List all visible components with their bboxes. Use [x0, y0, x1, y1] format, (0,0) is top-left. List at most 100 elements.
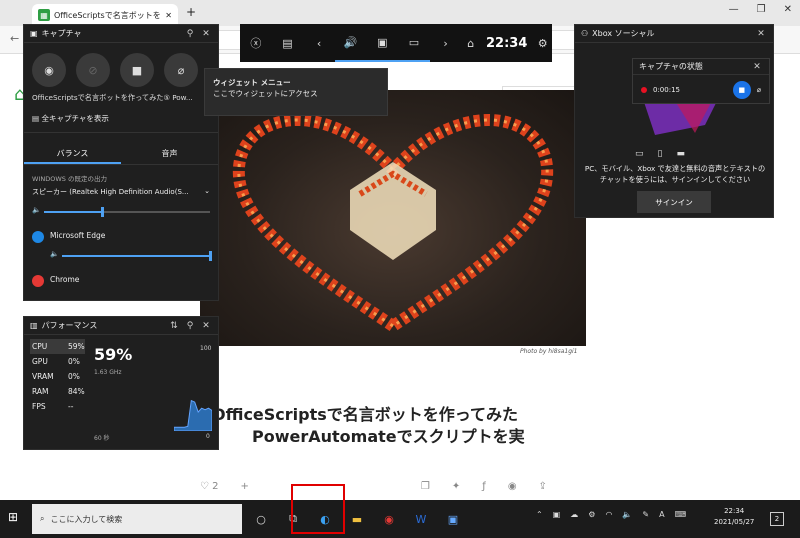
taskbar-search-box[interactable]: ⌕ ここに入力して検索 — [32, 504, 242, 534]
metric-value: 0% — [68, 372, 80, 381]
social-title: Xbox ソーシャル — [592, 29, 655, 38]
xbox-logo-icon[interactable]: ⓧ — [240, 24, 272, 62]
metric-row-fps[interactable]: FPS -- — [30, 399, 85, 414]
capture-header: ▣ キャプチャ ⚲ ✕ — [24, 25, 218, 43]
add-icon[interactable]: + — [241, 481, 249, 492]
camera-icon: ▣ — [30, 29, 38, 38]
taskbar-clock[interactable]: 22:34 2021/05/27 — [714, 506, 754, 528]
tab-voice[interactable]: 音声 — [121, 143, 218, 164]
capture-widget-icon[interactable]: ▣ — [366, 24, 399, 62]
capture-status-title: キャプチャの状態 — [639, 62, 703, 71]
notification-center-button[interactable]: 2 — [770, 512, 784, 526]
stop-recording-button[interactable]: ■ — [120, 53, 154, 87]
browser-tab[interactable]: ▦ OfficeScriptsで名言ボットを作ってみた ✕ — [32, 4, 178, 26]
metric-row-gpu[interactable]: GPU 0% — [30, 354, 85, 369]
output-device-select[interactable]: スピーカー (Realtek High Definition Audio(S..… — [24, 185, 218, 199]
pen-icon[interactable]: ✎ — [642, 510, 649, 519]
volume-icon[interactable]: 🔈 — [622, 510, 632, 519]
show-all-captures-label: 全キャプチャを表示 — [41, 114, 109, 123]
tab-balance[interactable]: バランス — [24, 143, 121, 164]
start-button[interactable]: ⊞ — [8, 510, 18, 524]
close-icon[interactable]: ✕ — [755, 29, 767, 39]
clock-time: 22:34 — [724, 507, 745, 515]
mic-off-button[interactable]: ⌀ — [164, 53, 198, 87]
article-title-line-1: OfficeScriptsで名言ボットを作ってみた — [212, 405, 518, 424]
back-icon[interactable]: ← — [10, 32, 19, 45]
metric-key: RAM — [32, 387, 49, 396]
close-icon[interactable]: ✕ — [200, 29, 212, 39]
wifi-icon[interactable]: ◠ — [605, 510, 612, 519]
taskbar-apps: ○ ⧉ ◐ ▬ ◉ W ▣ — [248, 504, 466, 534]
metric-row-cpu[interactable]: CPU 59% — [30, 339, 85, 354]
chevron-left-icon[interactable]: ‹ — [303, 24, 335, 62]
tray-app-icon[interactable]: ⚙ — [588, 510, 595, 519]
slider-fill — [62, 255, 210, 257]
audio-widget-icon[interactable]: 🔊 — [334, 24, 367, 62]
record-last-button[interactable]: ⊘ — [76, 53, 110, 87]
pin-icon[interactable]: ⚲ — [184, 321, 196, 331]
cpu-history-area — [174, 399, 212, 431]
recording-indicator-icon — [641, 87, 647, 93]
mouse-icon[interactable]: ⌂ — [461, 24, 480, 62]
chevron-down-icon: ⌄ — [204, 187, 210, 195]
pin-icon[interactable]: ⚲ — [184, 29, 196, 39]
clock-date: 2021/05/27 — [714, 518, 755, 526]
minimize-button[interactable]: — — [729, 4, 739, 15]
like-button[interactable]: ♡ 2 — [200, 481, 219, 492]
capture-caption-text: OfficeScriptsで名言ボットを作ってみた⑤ — [32, 93, 170, 102]
chevron-right-icon[interactable]: › — [430, 24, 462, 62]
facebook-icon[interactable]: ƒ — [482, 481, 486, 492]
settings-gear-icon[interactable]: ⚙ — [533, 24, 552, 62]
widget-menu-tooltip: ウィジェット メニュー ここでウィジェットにアクセス — [204, 68, 388, 116]
stop-recording-button[interactable]: ■ — [732, 81, 751, 99]
windows-taskbar: ⊞ ⌕ ここに入力して検索 ○ ⧉ ◐ ▬ ◉ W ▣ ⌃ ▣ ☁ ⚙ ◠ 🔈 … — [0, 500, 800, 538]
slider-knob[interactable] — [209, 251, 212, 261]
cortana-icon[interactable]: ○ — [248, 504, 274, 534]
edge-icon — [32, 231, 44, 243]
master-volume-slider[interactable]: 🔈 — [32, 206, 210, 217]
share-icon[interactable]: ⇪ — [539, 481, 547, 492]
photos-icon[interactable]: ▣ — [440, 504, 466, 534]
chrome-taskbar-icon[interactable]: ◉ — [376, 504, 402, 534]
word-icon[interactable]: W — [408, 504, 434, 534]
ime-indicator[interactable]: A — [659, 510, 664, 519]
new-tab-button[interactable]: + — [186, 5, 196, 19]
close-tab-icon[interactable]: ✕ — [165, 11, 172, 20]
console-icon: ▬ — [676, 149, 685, 159]
metric-value: 59% — [68, 342, 85, 351]
file-explorer-icon[interactable]: ▬ — [344, 504, 370, 534]
twitter-icon[interactable]: ✦ — [452, 481, 460, 492]
slider-knob[interactable] — [101, 207, 105, 217]
tray-app-icon[interactable]: ☁ — [570, 510, 578, 519]
social-header: ⚇ Xbox ソーシャル ✕ — [575, 25, 773, 43]
show-all-captures-link[interactable]: ▤ 全キャプチャを表示 — [24, 105, 218, 133]
metric-value: -- — [68, 402, 74, 411]
close-window-button[interactable]: ✕ — [784, 4, 792, 15]
metric-row-ram[interactable]: RAM 84% — [30, 384, 85, 399]
options-icon[interactable]: ⇅ — [168, 321, 180, 331]
widget-menu-icon[interactable]: ▤ — [272, 24, 304, 62]
performance-title: パフォーマンス — [41, 321, 98, 330]
line-icon[interactable]: ◉ — [508, 481, 517, 492]
system-tray: ⌃ ▣ ☁ ⚙ ◠ 🔈 ✎ A ⌨ — [536, 510, 686, 519]
maximize-button[interactable]: ❐ — [757, 4, 766, 15]
screenshot-button[interactable]: ◉ — [32, 53, 66, 87]
signin-button[interactable]: サインイン — [637, 191, 711, 213]
edge-volume-slider[interactable]: 🔈 — [50, 250, 212, 261]
tray-app-icon[interactable]: ▣ — [553, 510, 561, 519]
graph-window-label: 60 秒 — [94, 435, 110, 442]
mic-off-icon[interactable]: ⌀ — [757, 86, 761, 94]
capture-status-header: キャプチャの状態 ✕ — [633, 59, 769, 75]
keyboard-icon[interactable]: ⌨ — [675, 510, 687, 519]
metric-row-vram[interactable]: VRAM 0% — [30, 369, 85, 384]
capture-caption-suffix: Pow... — [172, 93, 193, 102]
close-icon[interactable]: ✕ — [200, 321, 212, 331]
performance-widget: ▥ パフォーマンス ⇅ ⚲ ✕ CPU 59% GPU 0% VRAM 0% RAM 8… — [23, 316, 219, 450]
performance-widget-icon[interactable]: ▭ — [398, 24, 430, 62]
gamebar-clock: 22:34 — [485, 35, 528, 51]
close-icon[interactable]: ✕ — [751, 62, 763, 72]
performance-header: ▥ パフォーマンス ⇅ ⚲ ✕ — [24, 317, 218, 335]
app-name-chrome: Chrome — [50, 275, 80, 284]
copy-icon[interactable]: ❐ — [421, 481, 430, 492]
chevron-up-icon[interactable]: ⌃ — [536, 510, 543, 519]
